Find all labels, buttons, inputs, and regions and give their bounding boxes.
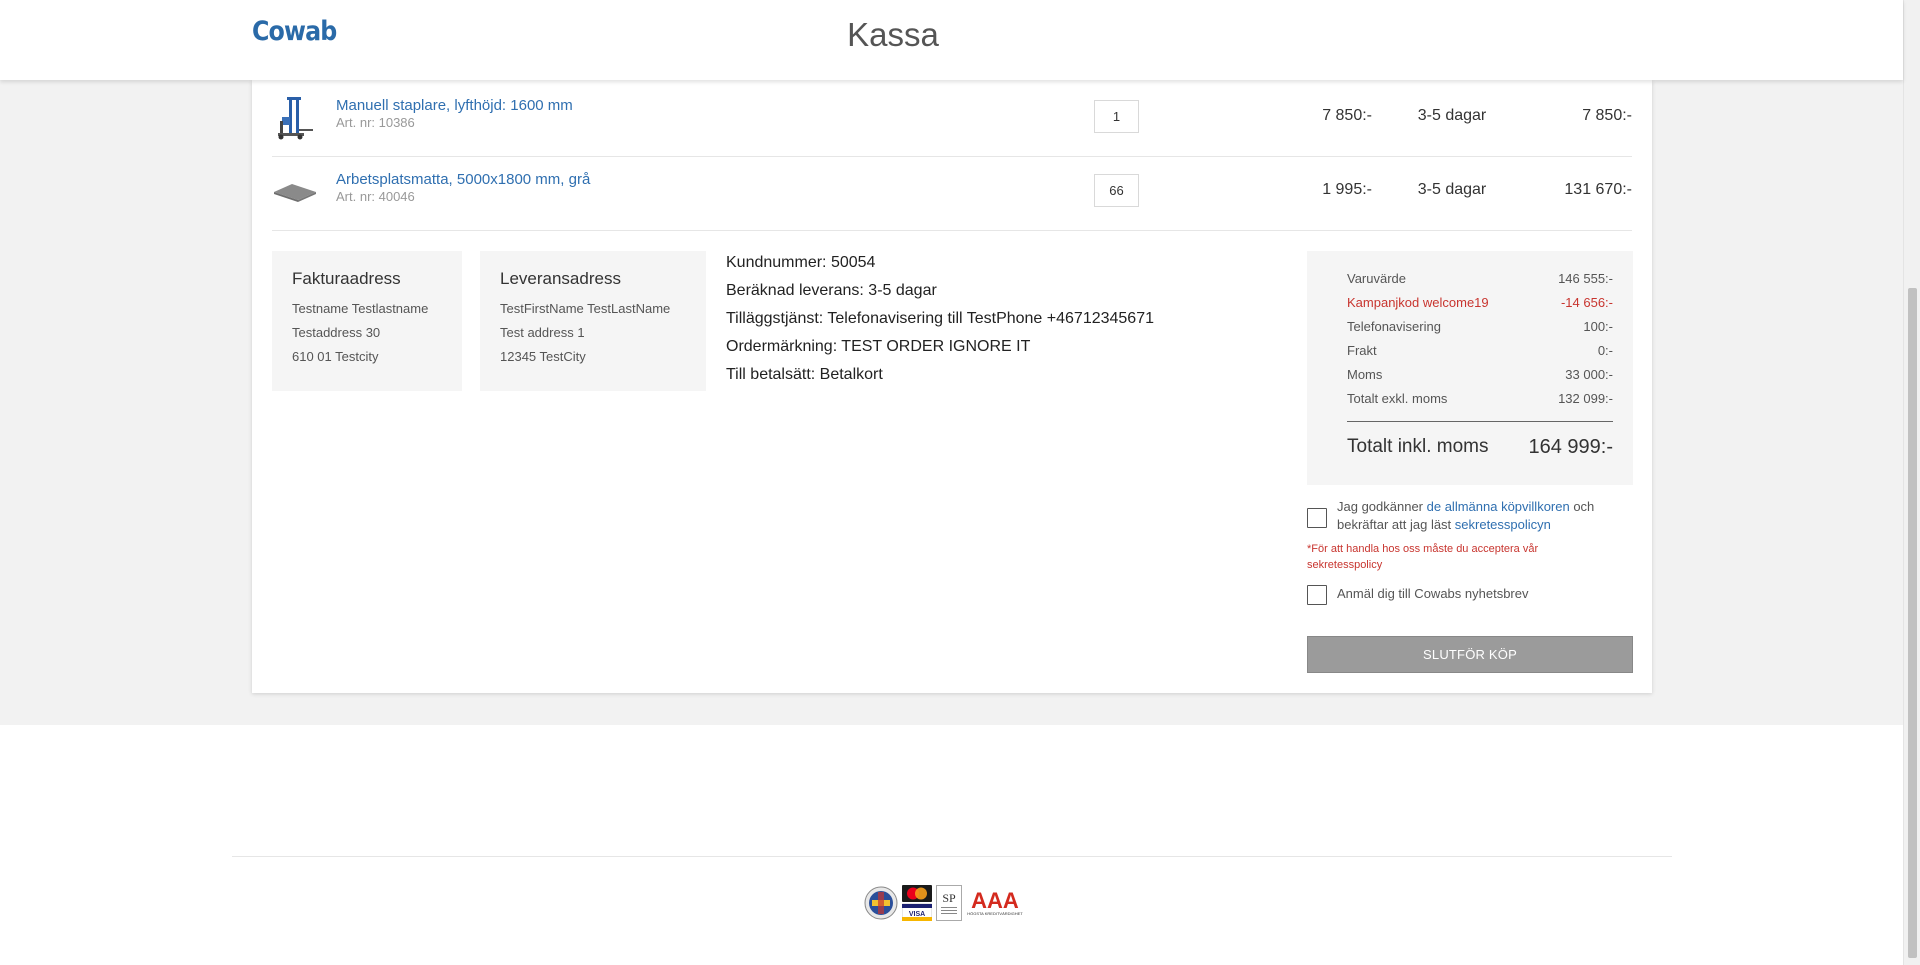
- shipping-address: Leveransadress TestFirstName TestLastNam…: [480, 251, 706, 391]
- summary-value: 146 555:-: [1558, 271, 1613, 286]
- article-number: Art. nr: 10386: [336, 115, 415, 130]
- va-badge-icon: [864, 886, 898, 920]
- total-value: 164 999:-: [1528, 436, 1613, 458]
- summary-total: Totalt inkl. moms 164 999:-: [1347, 434, 1613, 460]
- complete-purchase-button[interactable]: SLUTFÖR KÖP: [1307, 636, 1633, 673]
- scrollbar-thumb[interactable]: [1908, 288, 1917, 958]
- cart-row: Arbetsplatsmatta, 5000x1800 mm, grå Art.…: [272, 157, 1632, 231]
- article-number: Art. nr: 40046: [336, 189, 415, 204]
- summary-value: 33 000:-: [1565, 367, 1613, 382]
- checkout-card: Manuell staplare, lyfthöjd: 1600 mm Art.…: [252, 80, 1652, 693]
- summary-row-campaign: Kampanjkod welcome19 -14 656:-: [1347, 291, 1613, 315]
- address-line: Test address 1: [500, 325, 585, 340]
- order-info: Kundnummer: 50054 Beräknad leverans: 3-5…: [726, 249, 1154, 389]
- address-line: 12345 TestCity: [500, 349, 586, 364]
- product-link[interactable]: Manuell staplare, lyfthöjd: 1600 mm: [336, 97, 573, 114]
- aaa-subtext: HÖGSTA KREDITVÄRDIGHET: [967, 911, 1023, 916]
- summary-label: Frakt: [1347, 343, 1377, 358]
- terms-checkbox[interactable]: [1307, 508, 1327, 528]
- quantity-input[interactable]: [1094, 174, 1139, 207]
- summary-label: Moms: [1347, 367, 1383, 382]
- estimated-delivery: Beräknad leverans: 3-5 dagar: [726, 282, 937, 299]
- shipping-title: Leveransadress: [500, 269, 621, 288]
- cart-row: Manuell staplare, lyfthöjd: 1600 mm Art.…: [272, 83, 1632, 157]
- summary-value: -14 656:-: [1560, 295, 1613, 310]
- address-line: Testname Testlastname: [292, 301, 429, 316]
- summary-value: 100:-: [1583, 319, 1613, 334]
- svg-text:SP: SP: [942, 891, 956, 905]
- address-line: TestFirstName TestLastName: [500, 301, 671, 316]
- payment-method: Till betalsätt: Betalkort: [726, 366, 883, 383]
- unit-price: 7 850:-: [1322, 107, 1372, 124]
- summary-divider: [1347, 421, 1613, 422]
- site-header: Cowab Kassa: [0, 0, 1903, 80]
- summary-label: Varuvärde: [1347, 271, 1407, 286]
- summary-label: Kampanjkod welcome19: [1347, 295, 1489, 310]
- address-line: Testaddress 30: [292, 325, 381, 340]
- terms-text-before: Jag godkänner: [1337, 499, 1427, 514]
- product-link[interactable]: Arbetsplatsmatta, 5000x1800 mm, grå: [336, 171, 590, 188]
- summary-row: Varuvärde 146 555:-: [1347, 267, 1613, 291]
- terms-link[interactable]: de allmänna köpvillkoren: [1427, 499, 1570, 514]
- summary-label: Telefonavisering: [1347, 319, 1441, 334]
- svg-text:VISA: VISA: [909, 911, 925, 918]
- page-scrollbar[interactable]: [1903, 0, 1920, 965]
- aaa-rating-icon: AAA HÖGSTA KREDITVÄRDIGHET: [966, 886, 1024, 920]
- terms-warning: *För att handla hos oss måste du accepte…: [1307, 543, 1539, 571]
- order-summary: Varuvärde 146 555:- Kampanjkod welcome19…: [1307, 251, 1633, 485]
- extra-service: Tilläggstjänst: Telefonavisering till Te…: [726, 310, 1154, 327]
- mastercard-visa-icon: VISA: [902, 885, 932, 921]
- aaa-text: AAA: [971, 888, 1019, 913]
- footer: VISA SP AAA HÖGSTA KREDITVÄRDIGHET: [0, 725, 1903, 965]
- row-total: 131 670:-: [1564, 181, 1632, 198]
- trust-badges: VISA SP AAA HÖGSTA KREDITVÄRDIGHET: [864, 885, 1024, 921]
- address-line: 610 01 Testcity: [292, 349, 379, 364]
- footer-divider: [232, 856, 1672, 857]
- mat-icon[interactable]: [272, 169, 318, 215]
- total-label: Totalt inkl. moms: [1347, 436, 1489, 457]
- newsletter-checkbox[interactable]: [1307, 585, 1327, 605]
- page-title: Kassa: [847, 16, 939, 53]
- summary-label: Totalt exkl. moms: [1347, 391, 1448, 406]
- summary-row: Telefonavisering 100:-: [1347, 315, 1613, 339]
- summary-value: 132 099:-: [1558, 391, 1613, 406]
- sp-certified-icon: SP: [936, 885, 962, 921]
- billing-address: Fakturaadress Testname Testlastname Test…: [272, 251, 462, 391]
- terms-text: Jag godkänner de allmänna köpvillkoren o…: [1337, 498, 1633, 534]
- billing-title: Fakturaadress: [292, 269, 401, 288]
- privacy-link[interactable]: sekretesspolicyn: [1455, 517, 1551, 532]
- stacker-icon[interactable]: [272, 95, 318, 141]
- newsletter-label: Anmäl dig till Cowabs nyhetsbrev: [1337, 586, 1529, 601]
- summary-row: Frakt 0:-: [1347, 339, 1613, 363]
- customer-number: Kundnummer: 50054: [726, 254, 876, 271]
- quantity-input[interactable]: [1094, 100, 1139, 133]
- row-total: 7 850:-: [1582, 107, 1632, 124]
- summary-value: 0:-: [1597, 343, 1613, 358]
- order-marking: Ordermärkning: TEST ORDER IGNORE IT: [726, 338, 1031, 355]
- summary-row: Moms 33 000:-: [1347, 363, 1613, 387]
- summary-row: Totalt exkl. moms 132 099:-: [1347, 387, 1613, 411]
- unit-price: 1 995:-: [1322, 181, 1372, 198]
